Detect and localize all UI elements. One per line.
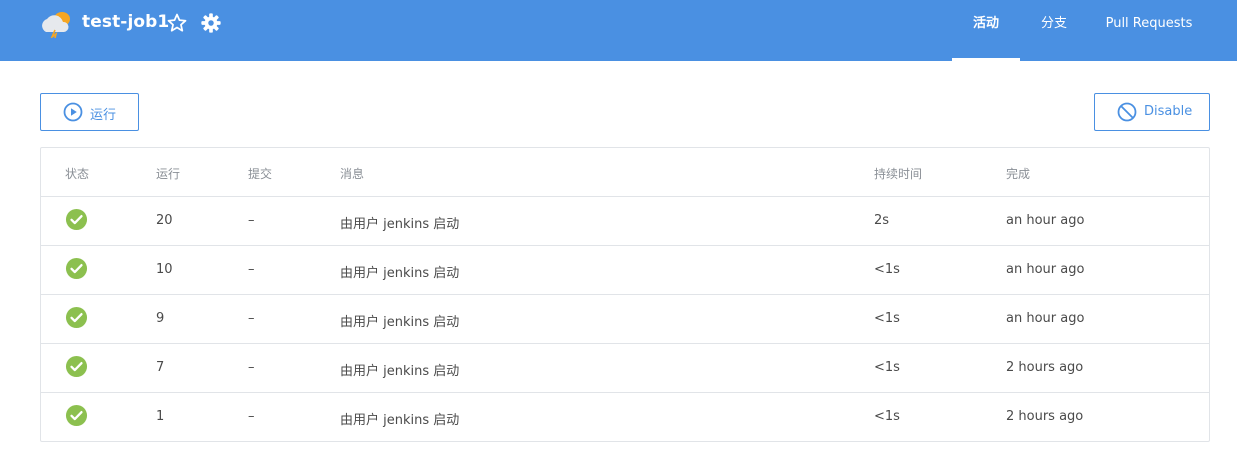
duration: 2s	[874, 213, 890, 228]
success-check-icon	[65, 208, 88, 231]
completed-time: 2 hours ago	[1006, 360, 1084, 375]
completed-time: an hour ago	[1006, 213, 1085, 228]
job-title: test-job1	[82, 12, 170, 32]
commit: –	[248, 360, 255, 375]
column-header-run: 运行	[156, 167, 181, 181]
message: 由用户 jenkins 启动	[340, 413, 460, 428]
completed-time: 2 hours ago	[1006, 409, 1084, 424]
commit: –	[248, 262, 255, 277]
success-check-icon	[65, 355, 88, 378]
duration: <1s	[874, 360, 900, 375]
column-header-duration: 持续时间	[874, 167, 923, 181]
run-number: 9	[156, 311, 165, 326]
table-header: 状态 运行 提交 消息 持续时间 完成	[41, 148, 1209, 197]
tab-branches[interactable]: 分支	[1030, 0, 1078, 61]
run-number: 10	[156, 262, 173, 277]
star-outline-icon[interactable]	[166, 12, 188, 34]
column-header-commit: 提交	[248, 167, 273, 181]
duration: <1s	[874, 262, 900, 277]
completed-time: an hour ago	[1006, 262, 1085, 277]
cloud-lightning-icon	[42, 12, 70, 38]
message: 由用户 jenkins 启动	[340, 217, 460, 232]
table-row[interactable]: 1 – 由用户 jenkins 启动 <1s 2 hours ago	[41, 393, 1209, 442]
success-check-icon	[65, 404, 88, 427]
gear-icon[interactable]	[200, 12, 222, 34]
top-header: test-job1 活动 分支 Pull Requests	[0, 0, 1237, 61]
column-header-completed: 完成	[1006, 167, 1031, 181]
activity-table: 状态 运行 提交 消息 持续时间 完成 20 – 由用户 jenkins 启动 …	[40, 147, 1210, 442]
run-number: 20	[156, 213, 173, 228]
table-row[interactable]: 7 – 由用户 jenkins 启动 <1s 2 hours ago	[41, 344, 1209, 393]
play-circle-icon	[63, 102, 83, 122]
table-row[interactable]: 9 – 由用户 jenkins 启动 <1s an hour ago	[41, 295, 1209, 344]
message: 由用户 jenkins 启动	[340, 266, 460, 281]
message: 由用户 jenkins 启动	[340, 364, 460, 379]
success-check-icon	[65, 306, 88, 329]
commit: –	[248, 409, 255, 424]
commit: –	[248, 213, 255, 228]
run-button[interactable]: 运行	[40, 93, 139, 131]
table-row[interactable]: 10 – 由用户 jenkins 启动 <1s an hour ago	[41, 246, 1209, 295]
duration: <1s	[874, 409, 900, 424]
disable-button-label: Disable	[1144, 104, 1193, 119]
tab-pull-requests[interactable]: Pull Requests	[1094, 0, 1204, 61]
disable-button[interactable]: Disable	[1094, 93, 1210, 131]
run-number: 7	[156, 360, 165, 375]
message: 由用户 jenkins 启动	[340, 315, 460, 330]
run-number: 1	[156, 409, 165, 424]
column-header-message: 消息	[340, 167, 365, 181]
tab-activity[interactable]: 活动	[952, 0, 1020, 61]
prohibited-icon	[1117, 102, 1137, 122]
table-row[interactable]: 20 – 由用户 jenkins 启动 2s an hour ago	[41, 197, 1209, 246]
run-button-label: 运行	[90, 108, 117, 123]
commit: –	[248, 311, 255, 326]
column-header-status: 状态	[65, 167, 90, 181]
success-check-icon	[65, 257, 88, 280]
duration: <1s	[874, 311, 900, 326]
completed-time: an hour ago	[1006, 311, 1085, 326]
